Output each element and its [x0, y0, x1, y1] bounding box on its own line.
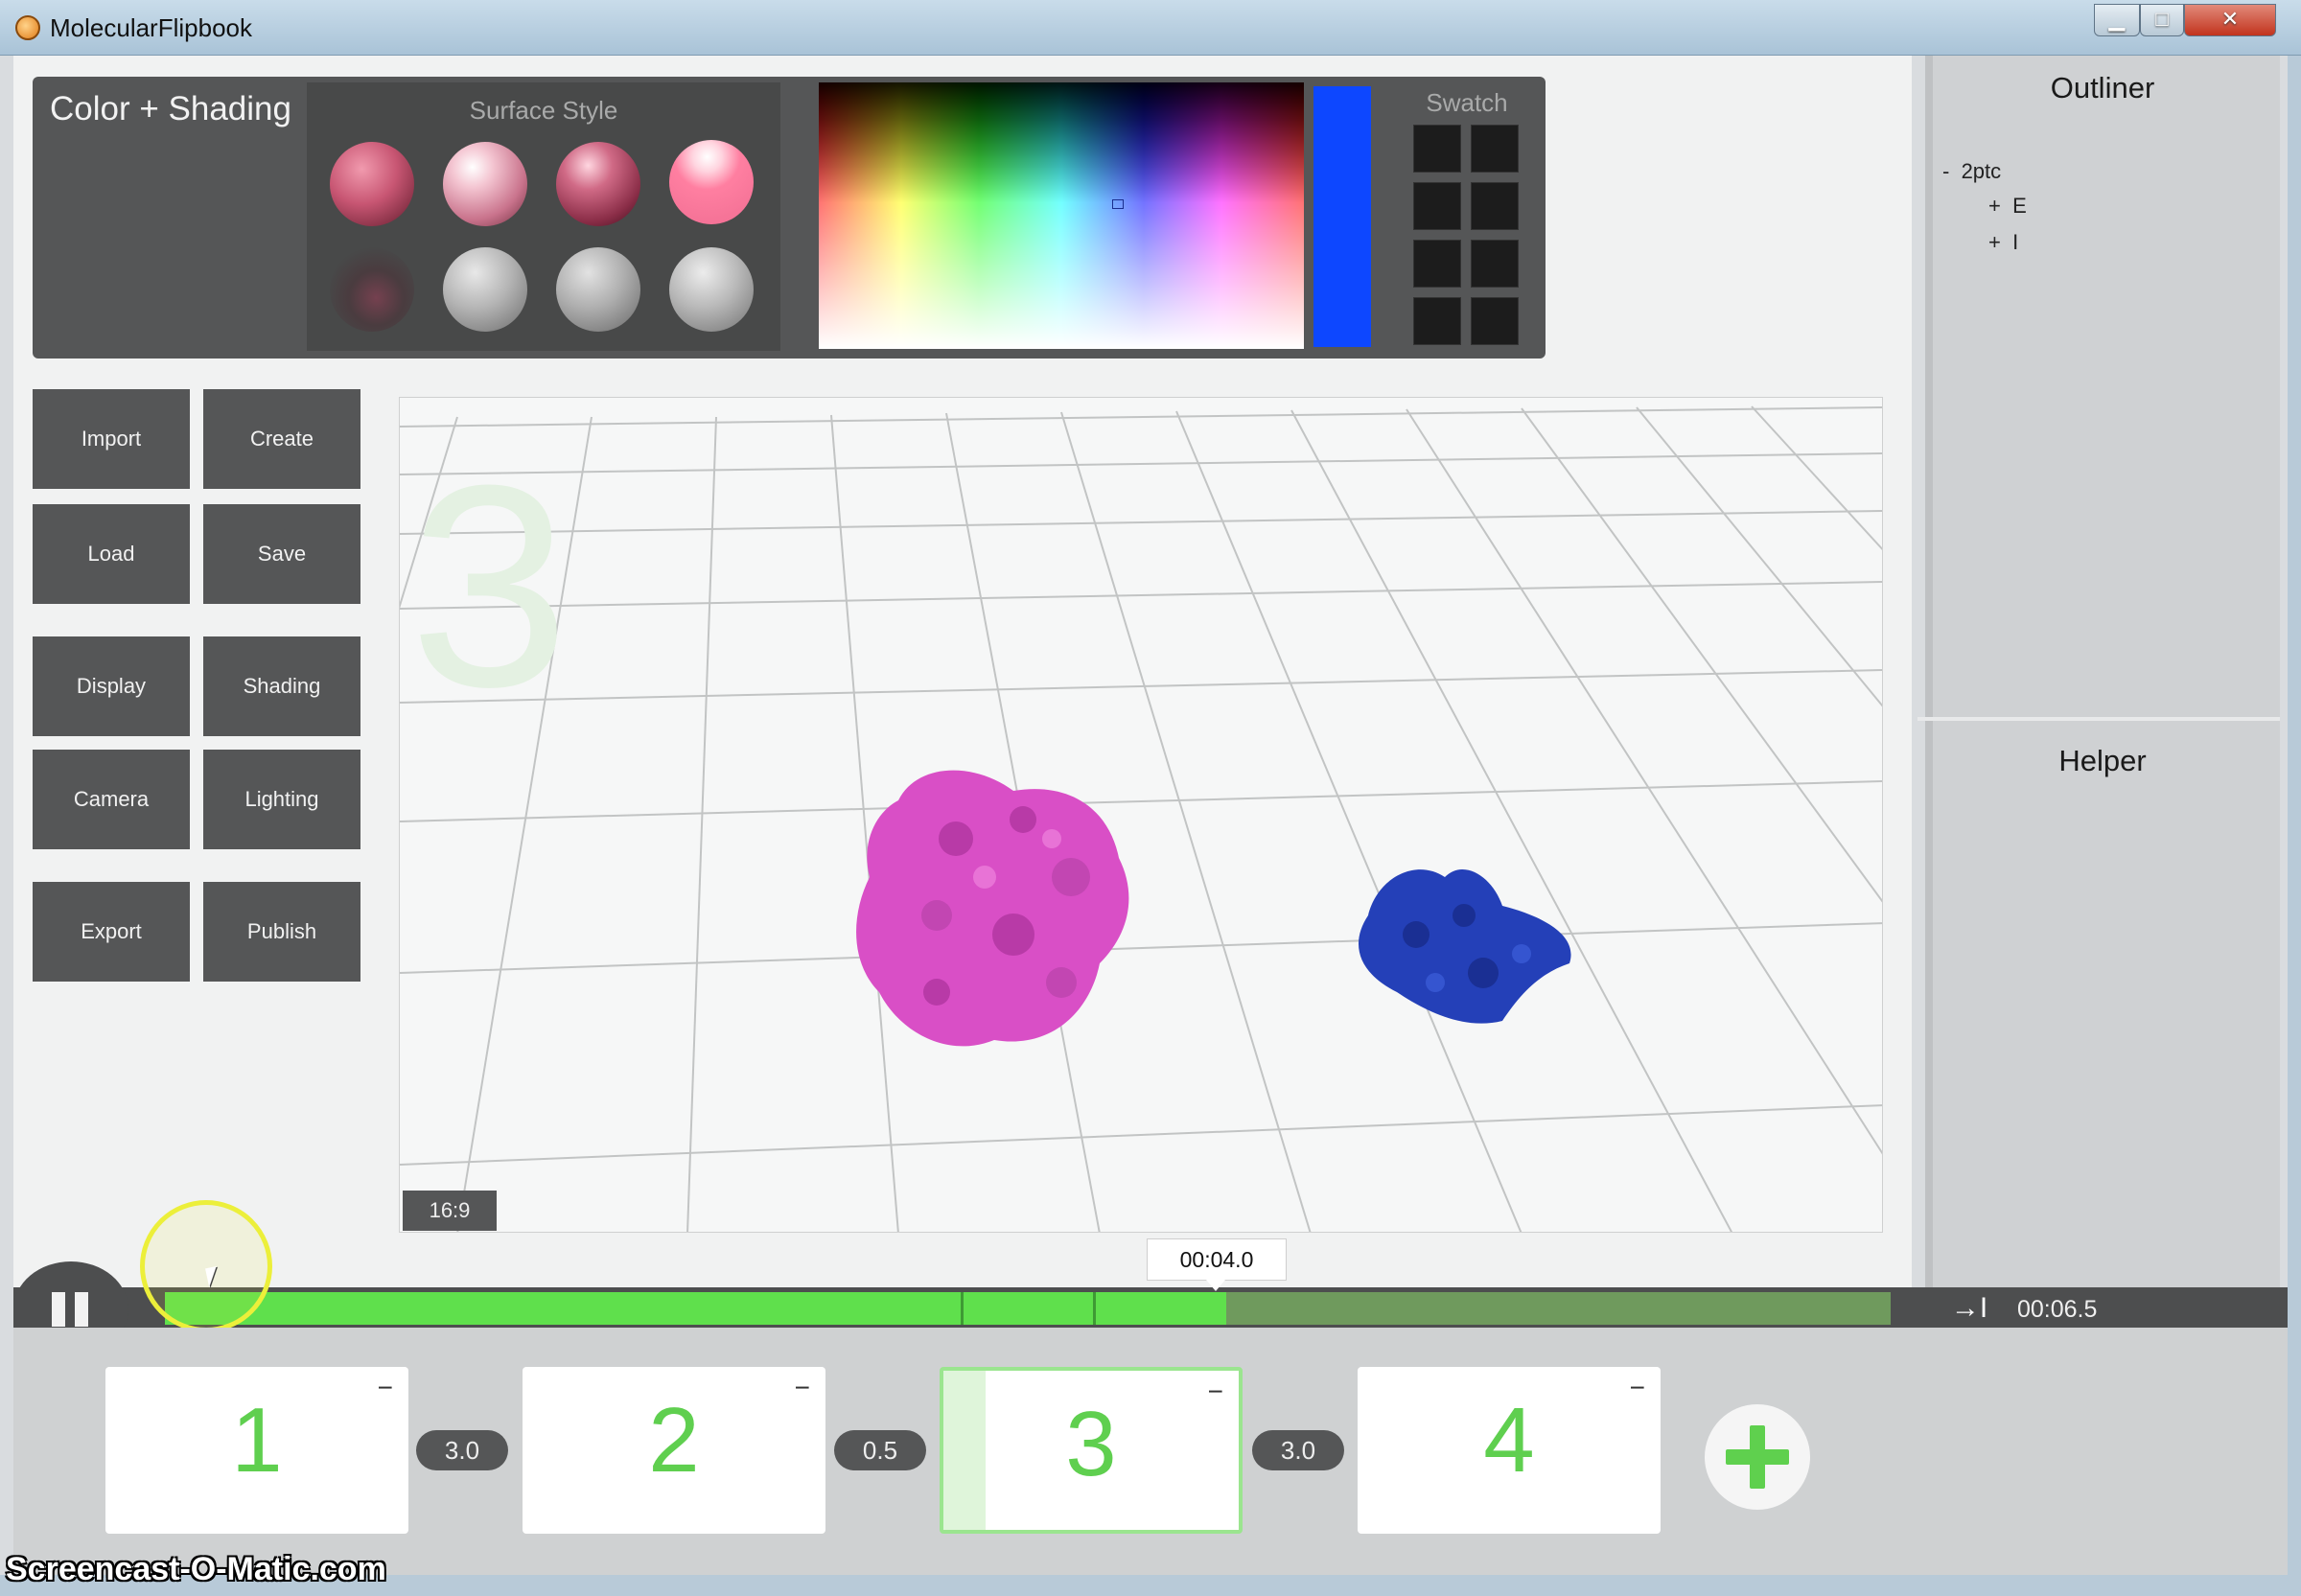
swatch-cell[interactable] — [1471, 297, 1519, 345]
window-frame-right — [2288, 56, 2301, 1589]
shading-button[interactable]: Shading — [203, 636, 360, 736]
import-button[interactable]: Import — [33, 389, 190, 489]
swatch-cell[interactable] — [1471, 240, 1519, 288]
surface-style-gray-1[interactable] — [443, 247, 527, 332]
surface-style-glow[interactable] — [330, 247, 414, 332]
keyframe-number: 2 — [648, 1389, 700, 1492]
outliner-item-e[interactable]: + E — [1988, 194, 2027, 219]
publish-button[interactable]: Publish — [203, 882, 360, 982]
panel-divider[interactable] — [1918, 717, 2280, 721]
window-title: MolecularFlipbook — [50, 13, 252, 42]
remove-keyframe-icon[interactable]: − — [378, 1373, 393, 1403]
jump-to-end-icon[interactable]: →I — [1941, 1292, 1998, 1325]
minimize-button[interactable]: ▁ — [2094, 4, 2140, 36]
swatch-cell[interactable] — [1471, 125, 1519, 173]
app-icon — [15, 15, 40, 40]
keyframe-card-4[interactable]: 4 − — [1358, 1367, 1661, 1534]
maximize-button[interactable]: □ — [2140, 4, 2184, 36]
outliner-title: Outliner — [2050, 71, 2155, 104]
surface-style-matte[interactable] — [330, 142, 414, 226]
transition-duration[interactable]: 3.0 — [416, 1430, 508, 1470]
swatch-title: Swatch — [1426, 88, 1508, 117]
app-window: MolecularFlipbook ▁ □ ✕ Color + Shading … — [0, 0, 2301, 1596]
keyframe-number: 1 — [231, 1389, 283, 1492]
molecule-blue[interactable] — [1359, 868, 1571, 1024]
surface-style-title: Surface Style — [469, 96, 618, 125]
expand-toggle-icon[interactable]: + — [1988, 230, 2001, 254]
swatch-cell[interactable] — [1413, 125, 1461, 173]
aspect-ratio-badge[interactable]: 16:9 — [403, 1191, 497, 1231]
cursor-highlight — [140, 1200, 272, 1332]
swatch-cell[interactable] — [1413, 297, 1461, 345]
watermark: Screencast-O-Matic.com — [6, 1551, 386, 1587]
color-picker-field[interactable] — [819, 82, 1304, 349]
collapse-toggle-icon[interactable]: - — [1942, 159, 1949, 183]
surface-style-gray-3[interactable] — [669, 247, 754, 332]
swatch-cell[interactable] — [1413, 182, 1461, 230]
surface-style-pearl[interactable] — [443, 142, 527, 226]
timeline-progress[interactable] — [165, 1292, 1226, 1325]
maximize-icon: □ — [2155, 7, 2169, 31]
lighting-button[interactable]: Lighting — [203, 750, 360, 849]
close-button[interactable]: ✕ — [2184, 4, 2276, 36]
camera-button[interactable]: Camera — [33, 750, 190, 849]
current-time-tooltip: 00:04.0 — [1147, 1238, 1287, 1281]
pause-icon — [75, 1292, 88, 1327]
color-shading-title: Color + Shading — [50, 90, 291, 127]
minimize-icon: ▁ — [2108, 7, 2126, 31]
expand-toggle-icon[interactable]: + — [1988, 194, 2001, 218]
keyframe-marker[interactable] — [961, 1292, 964, 1325]
surface-style-bright[interactable] — [669, 140, 754, 224]
keyframe-number: 4 — [1483, 1389, 1535, 1492]
close-icon: ✕ — [2220, 7, 2240, 31]
transition-duration[interactable]: 0.5 — [834, 1430, 926, 1470]
outliner-item-label: 2ptc — [1961, 159, 2002, 183]
3d-viewport[interactable]: 3 — [399, 397, 1883, 1233]
pause-icon — [52, 1292, 65, 1327]
window-titlebar[interactable] — [0, 0, 2301, 56]
add-keyframe-button[interactable] — [1705, 1404, 1810, 1510]
color-picker-cursor[interactable] — [1112, 199, 1124, 209]
swatch-grid — [1413, 125, 1524, 347]
load-button[interactable]: Load — [33, 504, 190, 604]
swatch-cell[interactable] — [1413, 240, 1461, 288]
keyframe-card-1[interactable]: 1 − — [105, 1367, 408, 1534]
keyframe-card-2[interactable]: 2 − — [523, 1367, 825, 1534]
outliner-item-2ptc[interactable]: - 2ptc — [1942, 159, 2001, 184]
remove-keyframe-icon[interactable]: − — [1630, 1373, 1645, 1403]
ghost-frame-number: 3 — [409, 425, 569, 747]
display-button[interactable]: Display — [33, 636, 190, 736]
outliner-item-i[interactable]: + I — [1988, 230, 2018, 255]
keyframe-card-3[interactable]: 3 − — [940, 1367, 1243, 1534]
outliner-item-label: I — [2012, 230, 2019, 254]
save-button[interactable]: Save — [203, 504, 360, 604]
remove-keyframe-icon[interactable]: − — [1208, 1376, 1223, 1407]
surface-style-gray-2[interactable] — [556, 247, 640, 332]
plus-icon — [1750, 1425, 1765, 1489]
ground-grid: 3 — [400, 405, 1882, 1232]
keyframe-marker[interactable] — [1093, 1292, 1096, 1325]
transition-duration[interactable]: 3.0 — [1252, 1430, 1344, 1470]
side-panel — [1925, 56, 2280, 1287]
outliner-item-label: E — [2012, 194, 2027, 218]
remove-keyframe-icon[interactable]: − — [795, 1373, 810, 1403]
surface-style-glossy[interactable] — [556, 142, 640, 226]
total-duration: 00:06.5 — [2017, 1296, 2098, 1323]
molecule-pink[interactable] — [856, 770, 1129, 1047]
surface-style-box: Surface Style — [307, 82, 780, 351]
selected-color-bar[interactable] — [1313, 86, 1371, 347]
swatch-cell[interactable] — [1471, 182, 1519, 230]
create-button[interactable]: Create — [203, 389, 360, 489]
keyframe-number: 3 — [1065, 1393, 1117, 1495]
export-button[interactable]: Export — [33, 882, 190, 982]
helper-title: Helper — [2058, 744, 2147, 777]
current-time-pointer — [1206, 1280, 1225, 1291]
